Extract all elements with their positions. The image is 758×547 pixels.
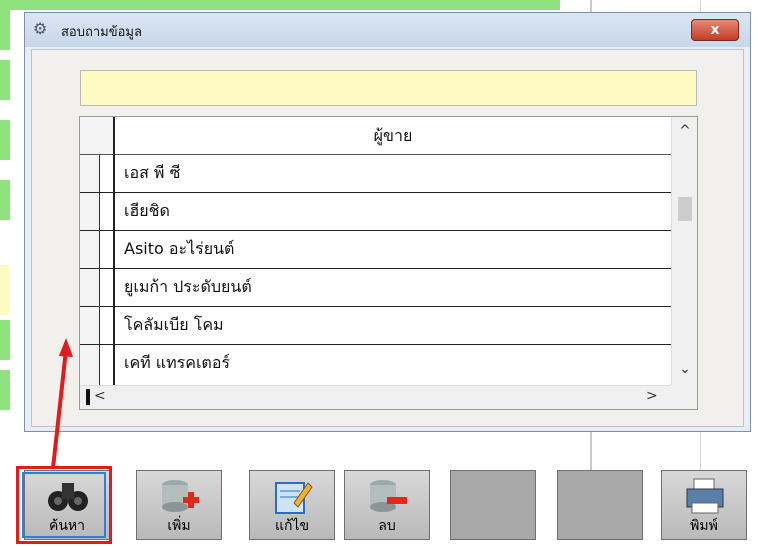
annotation-arrow <box>51 338 73 469</box>
